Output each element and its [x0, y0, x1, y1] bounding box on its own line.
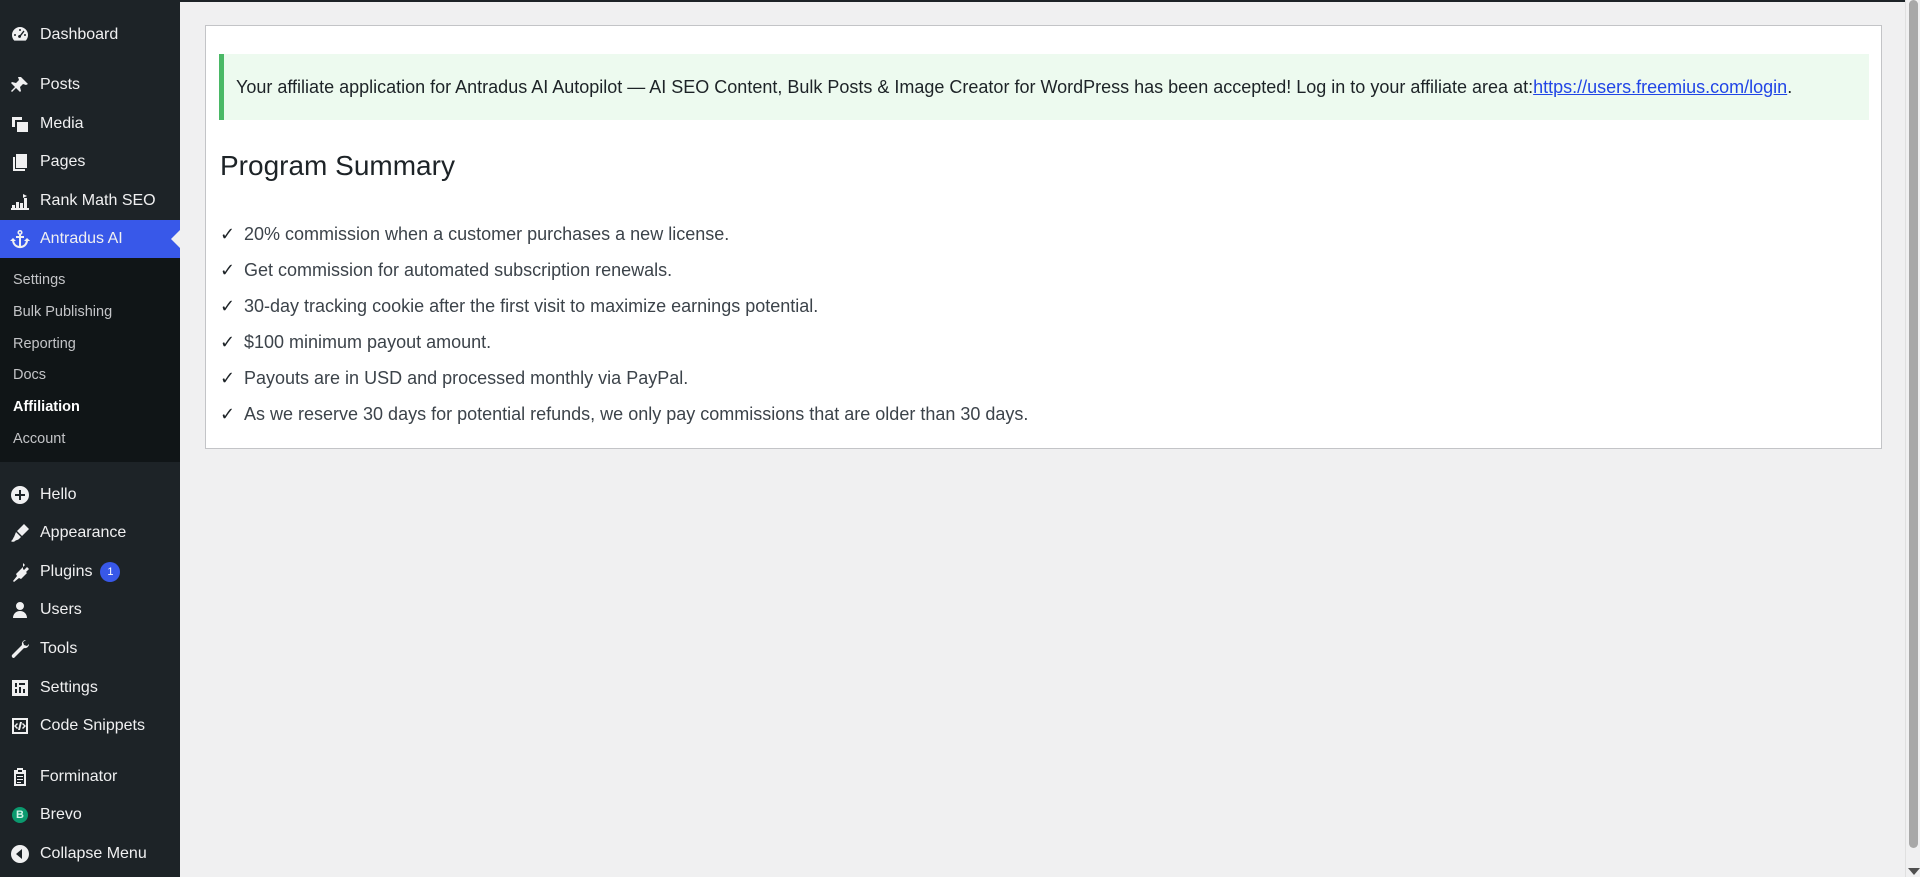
menu-item-antradus-ai[interactable]: Antradus AI [0, 220, 180, 258]
menu-item-plugins[interactable]: Plugins 1 [0, 553, 180, 591]
pages-icon [10, 152, 30, 172]
menu-label: Forminator [40, 768, 118, 785]
menu-item-rank-math-seo[interactable]: Rank Math SEO [0, 182, 180, 220]
chart-icon [10, 191, 30, 211]
menu-label: Settings [40, 679, 98, 696]
submenu-item-docs[interactable]: Docs [13, 367, 46, 383]
anchor-icon [10, 229, 30, 249]
list-item: ✓ 30-day tracking cookie after the first … [220, 288, 1028, 324]
notice-text: Your affiliate application for Antradus … [236, 76, 1534, 97]
submenu-item-account[interactable]: Account [13, 431, 65, 447]
checkmark-icon: ✓ [220, 331, 236, 352]
program-summary-title: Program Summary [220, 150, 455, 181]
menu-label: Hello [40, 486, 77, 503]
brevo-logo: B [12, 807, 28, 823]
checkmark-icon: ✓ [220, 259, 236, 280]
submenu-item-reporting[interactable]: Reporting [13, 336, 76, 352]
list-item: ✓ $100 minimum payout amount. [220, 324, 1028, 360]
menu-item-users[interactable]: Users [0, 591, 180, 629]
admin-sidebar: Dashboard Posts Media Pages Rank Math SE… [0, 0, 180, 877]
notice-suffix: . [1787, 76, 1793, 97]
list-item: ✓ 20% commission when a customer purchase… [220, 216, 1028, 252]
page-scrollbar[interactable] [1905, 0, 1920, 877]
menu-item-media[interactable]: Media [0, 105, 180, 143]
menu-item-tools[interactable]: Tools [0, 630, 180, 668]
menu-item-pages[interactable]: Pages [0, 143, 180, 181]
plus-circle-icon [10, 485, 30, 505]
wrench-icon [10, 639, 30, 659]
menu-label: Antradus AI [40, 230, 123, 247]
menu-label: Pages [40, 153, 86, 170]
pin-icon [10, 75, 30, 95]
scroll-down-arrow-icon[interactable] [1908, 868, 1920, 875]
menu-label: Tools [40, 640, 78, 657]
menu-label: Media [40, 115, 84, 132]
menu-label: Dashboard [40, 26, 119, 43]
summary-item-text: As we reserve 30 days for potential refu… [244, 403, 1029, 424]
summary-item-text: 30-day tracking cookie after the first v… [244, 295, 819, 316]
code-icon [10, 716, 30, 736]
menu-item-hello[interactable]: Hello [0, 476, 180, 514]
list-item: ✓ Payouts are in USD and processed monthl… [220, 360, 1028, 396]
menu-item-settings[interactable]: Settings [0, 669, 180, 707]
plug-icon [10, 562, 30, 582]
menu-item-brevo[interactable]: B Brevo [0, 796, 180, 834]
menu-label: Brevo [40, 806, 82, 823]
user-icon [10, 600, 30, 620]
menu-label: Plugins [40, 563, 93, 580]
collapse-icon [10, 844, 30, 864]
affiliate-login-link[interactable]: https://users.freemius.com/login [1533, 77, 1787, 98]
brush-icon [10, 523, 30, 543]
summary-item-text: Payouts are in USD and processed monthly… [244, 367, 689, 388]
menu-item-appearance[interactable]: Appearance [0, 514, 180, 552]
affiliation-card: Your affiliate application for Antradus … [205, 25, 1882, 449]
menu-label: Users [40, 601, 82, 618]
menu-label: Posts [40, 76, 81, 93]
checkmark-icon: ✓ [220, 223, 236, 244]
program-summary-list: ✓ 20% commission when a customer purchase… [220, 216, 1028, 432]
menu-label: Code Snippets [40, 717, 145, 734]
menu-label: Appearance [40, 524, 127, 541]
menu-label: Collapse Menu [40, 845, 147, 862]
submenu-item-bulk-publishing[interactable]: Bulk Publishing [13, 304, 112, 320]
success-notice: Your affiliate application for Antradus … [219, 54, 1869, 120]
summary-item-text: 20% commission when a customer purchases… [244, 223, 730, 244]
checkmark-icon: ✓ [220, 403, 236, 424]
summary-item-text: $100 minimum payout amount. [244, 331, 492, 352]
antradus-submenu: Settings Bulk Publishing Reporting Docs … [0, 258, 180, 462]
menu-item-dashboard[interactable]: Dashboard [0, 16, 180, 54]
checkmark-icon: ✓ [220, 295, 236, 316]
clipboard-icon [10, 767, 30, 787]
media-icon [10, 114, 30, 134]
list-item: ✓ As we reserve 30 days for potential ref… [220, 396, 1028, 432]
submenu-item-settings[interactable]: Settings [13, 272, 65, 288]
checkmark-icon: ✓ [220, 367, 236, 388]
plugins-update-badge: 1 [100, 562, 121, 582]
list-item: ✓ Get commission for automated subscripti… [220, 252, 1028, 288]
submenu-item-affiliation[interactable]: Affiliation [13, 399, 80, 415]
top-border [180, 0, 1905, 2]
menu-item-forminator[interactable]: Forminator [0, 758, 180, 796]
sliders-icon [10, 678, 30, 698]
menu-item-code-snippets[interactable]: Code Snippets [0, 707, 180, 745]
collapse-menu-button[interactable]: Collapse Menu [0, 835, 180, 873]
brevo-icon: B [10, 805, 30, 825]
menu-item-posts[interactable]: Posts [0, 66, 180, 104]
dashboard-icon [10, 25, 30, 45]
summary-item-text: Get commission for automated subscriptio… [244, 259, 673, 280]
menu-label: Rank Math SEO [40, 192, 156, 209]
scrollbar-thumb[interactable] [1909, 0, 1918, 848]
